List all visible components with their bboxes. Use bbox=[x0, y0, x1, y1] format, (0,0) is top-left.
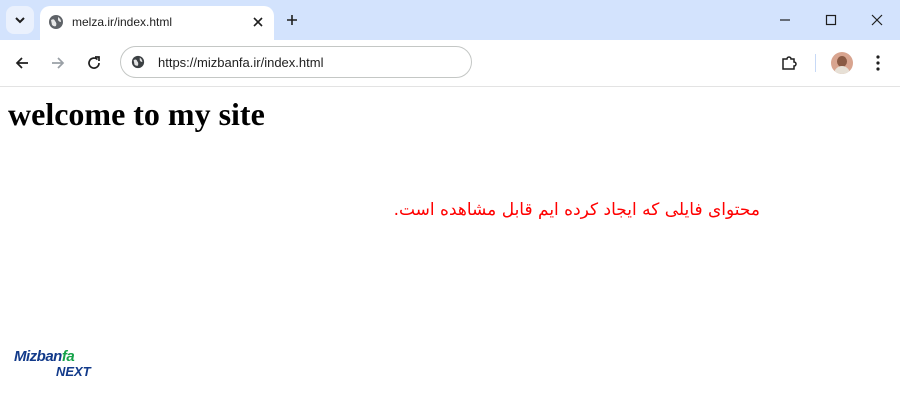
back-arrow-icon bbox=[15, 57, 28, 69]
minimize-icon bbox=[780, 19, 790, 21]
logo-subtext: NEXT bbox=[56, 364, 91, 379]
tab-strip: melza.ir/index.html bbox=[0, 0, 900, 40]
avatar[interactable] bbox=[831, 52, 853, 74]
close-icon bbox=[871, 14, 883, 26]
chevron-down-icon bbox=[15, 17, 25, 24]
avatar-body bbox=[834, 66, 850, 74]
globe-icon[interactable] bbox=[131, 55, 145, 69]
back-button[interactable] bbox=[8, 49, 36, 77]
close-icon bbox=[253, 17, 263, 27]
forward-button[interactable] bbox=[44, 49, 72, 77]
toolbar-divider bbox=[815, 54, 816, 72]
close-tab-button[interactable] bbox=[248, 12, 268, 32]
new-tab-button[interactable] bbox=[280, 8, 304, 32]
page-paragraph: محتوای فایلی که ایجاد کرده ایم قابل مشاه… bbox=[393, 200, 760, 220]
tab-active[interactable]: melza.ir/index.html bbox=[40, 6, 274, 40]
globe-icon bbox=[49, 15, 63, 29]
close-window-button[interactable] bbox=[854, 0, 900, 40]
reload-icon bbox=[88, 56, 100, 69]
menu-button[interactable] bbox=[864, 49, 892, 77]
maximize-icon bbox=[825, 14, 837, 26]
plus-icon bbox=[287, 15, 297, 25]
page-heading: welcome to my site bbox=[8, 96, 265, 132]
minimize-button[interactable] bbox=[762, 0, 808, 40]
browser-toolbar: https://mizbanfa.ir/index.html bbox=[0, 40, 900, 87]
forward-arrow-icon bbox=[52, 57, 65, 69]
logo-wordmark: Mizbanfa bbox=[14, 348, 75, 365]
tab-search-button[interactable] bbox=[6, 6, 34, 34]
kebab-menu-icon bbox=[876, 55, 880, 71]
logo-text-accent: fa bbox=[61, 348, 75, 365]
url-text[interactable]: https://mizbanfa.ir/index.html bbox=[158, 55, 323, 70]
logo-text-main: Mizban bbox=[14, 348, 62, 365]
puzzle-icon bbox=[782, 56, 797, 70]
reload-button[interactable] bbox=[80, 49, 108, 77]
mizbanfa-logo: Mizbanfa NEXT bbox=[14, 348, 106, 380]
tab-title: melza.ir/index.html bbox=[72, 15, 173, 29]
maximize-button[interactable] bbox=[808, 0, 854, 40]
address-bar[interactable]: https://mizbanfa.ir/index.html bbox=[120, 46, 472, 78]
extensions-button[interactable] bbox=[775, 49, 803, 77]
